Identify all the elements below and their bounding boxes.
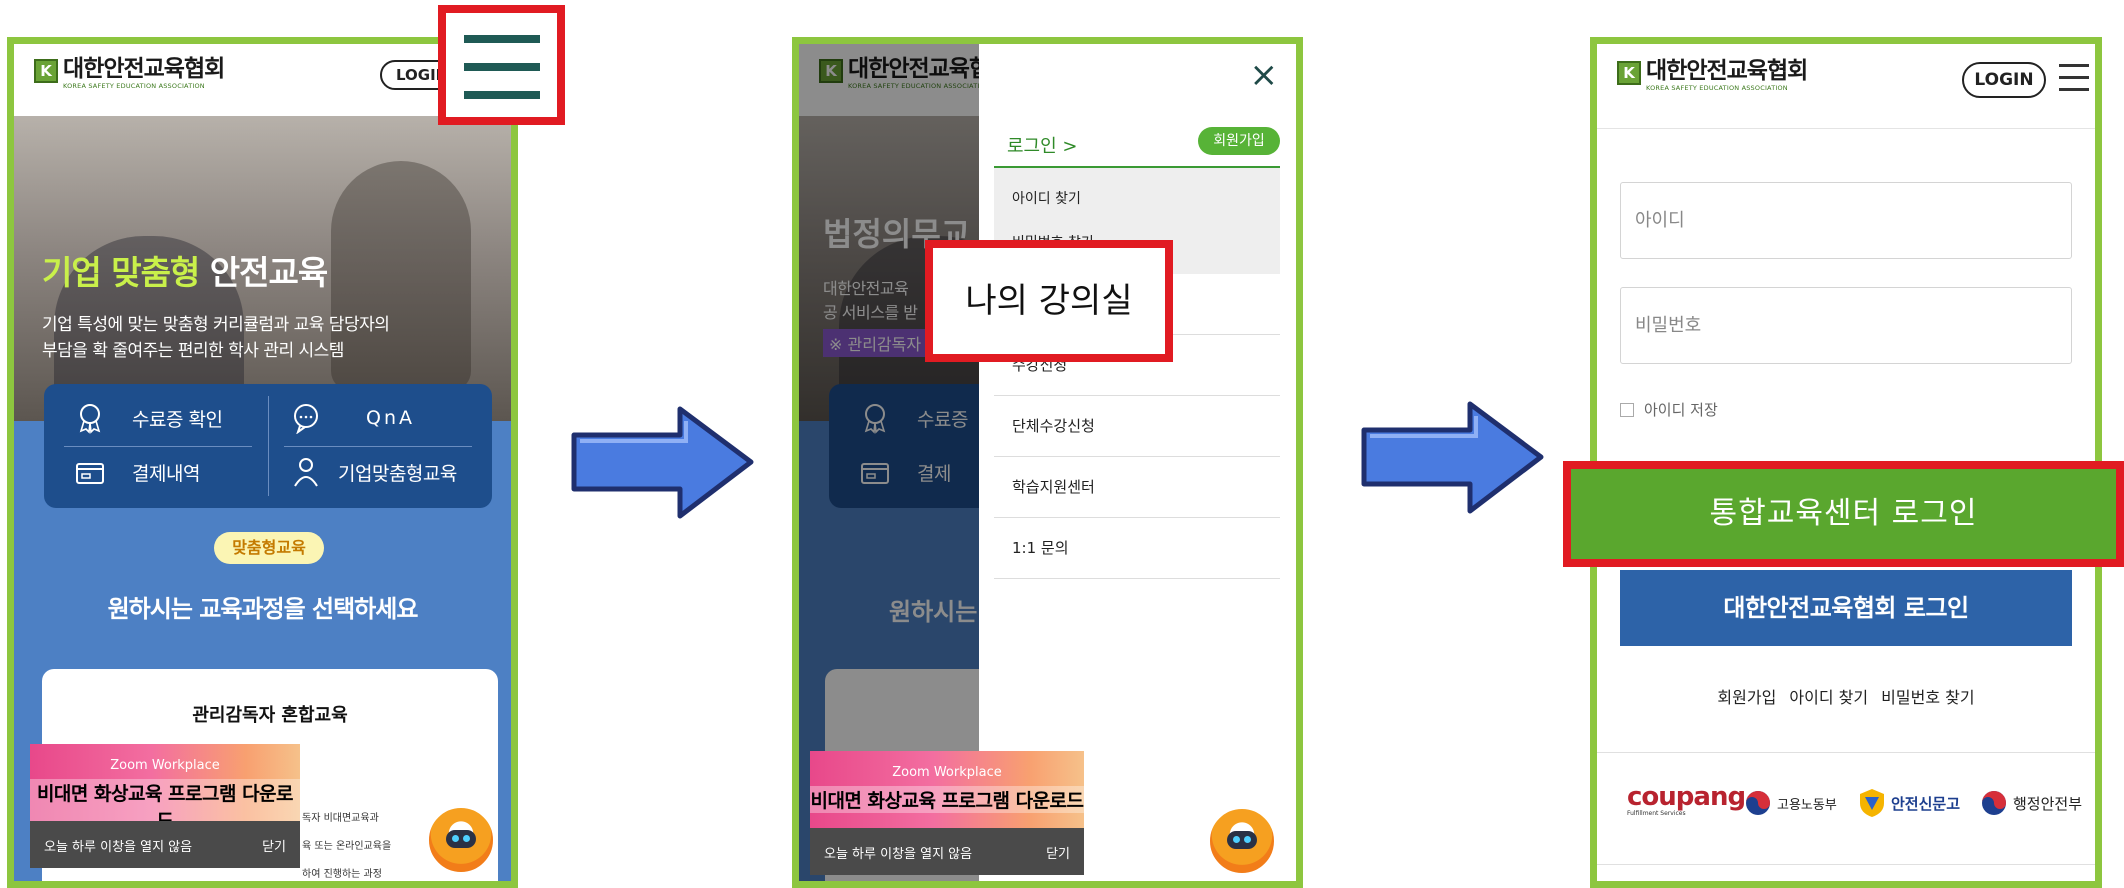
certificate-link[interactable]: 수료증 확인 [74, 402, 223, 434]
header: K 대한안전교육협회 KOREA SAFETY EDUCATION ASSOCI… [1597, 44, 2095, 129]
account-links: 회원가입 아이디 찾기 비밀번호 찾기 [1597, 684, 2095, 708]
ministry-labor-logo: 고용노동부 [1745, 790, 1837, 816]
custom-education-badge: 맞춤형교육 [214, 532, 324, 564]
logo-name: 대한안전교육협회 [63, 56, 225, 82]
chatbot-icon[interactable] [426, 805, 496, 875]
qna-link[interactable]: QnA [290, 402, 415, 434]
hero-subtitle: 기업 특성에 맞는 맞춤형 커리큘럼과 교육 담당자의 부담을 확 줄여주는 편… [42, 315, 390, 361]
login-button[interactable]: LOGIN [1962, 62, 2046, 98]
find-id-link[interactable]: 아이디 찾기 [1789, 688, 1868, 707]
section-title: 원하시는 교육과정을 선택하세요 [107, 595, 419, 623]
arrow-right-icon [1361, 401, 1544, 514]
menu-item-group-register[interactable]: 단체수강신청 [994, 396, 1280, 457]
close-icon[interactable]: × [1250, 58, 1279, 92]
zoom-download-popup[interactable]: Zoom Workplace 비대면 화상교육 프로그램 다운로드 오늘 하루 … [810, 751, 1084, 875]
logo-name: 대한안전교육협회 [1646, 58, 1808, 84]
payment-history-link[interactable]: 결제내역 [74, 456, 200, 488]
chatbot-icon[interactable] [1207, 806, 1277, 876]
logo-mark: K [34, 59, 58, 83]
save-id-checkbox[interactable]: 아이디 저장 [1620, 399, 1718, 420]
custom-education-link[interactable]: 기업맞춤형교육 [290, 456, 457, 488]
ministry-interior-logo: 행정안전부 [1981, 790, 2082, 816]
hero-banner: 기업 맞춤형 안전교육 기업 특성에 맞는 맞춤형 커리큘럼과 교육 담당자의 … [14, 116, 511, 436]
person-icon [294, 458, 318, 487]
logo[interactable]: K 대한안전교육협회 KOREA SAFETY EDUCATION ASSOCI… [34, 56, 225, 90]
menu-find-id[interactable]: 아이디 찾기 [1012, 188, 1081, 208]
arrow-right-icon [571, 406, 754, 519]
chat-icon [294, 404, 318, 434]
popup-close-link[interactable]: 닫기 [262, 836, 286, 855]
join-link[interactable]: 회원가입 [1717, 688, 1776, 707]
logo-sub: KOREA SAFETY EDUCATION ASSOCIATION [1646, 84, 1788, 92]
my-classroom-highlight[interactable]: 나의 강의실 [925, 240, 1173, 362]
coupang-logo: coupang Fulfillment Services [1627, 782, 1746, 817]
partner-logos: coupang Fulfillment Services 고용노동부 안전신문고… [1597, 784, 2095, 844]
quick-links: 수료증 확인 QnA 결제내역 기업맞춤형교육 [44, 384, 492, 508]
dont-show-today-link[interactable]: 오늘 하루 이창을 열지 않음 [824, 843, 972, 862]
menu-item-learning-support[interactable]: 학습지원센터 [994, 457, 1280, 518]
taeguk-icon [1982, 791, 2006, 815]
taeguk-icon [1746, 791, 1770, 815]
shield-icon [1860, 789, 1884, 817]
menu-item-inquiry[interactable]: 1:1 문의 [994, 518, 1280, 579]
id-input[interactable]: 아이디 [1620, 182, 2072, 259]
hero-title: 기업 맞춤형 안전교육 [42, 253, 328, 292]
popup-zoom-label: Zoom Workplace [110, 758, 220, 773]
menu-join-button[interactable]: 회원가입 [1198, 127, 1280, 155]
zoom-download-popup[interactable]: Zoom Workplace 비대면 화상교육 프로그램 다운로드 오늘 하루 … [30, 744, 300, 868]
course-card-desc: 독자 비대면교육과 [302, 813, 379, 824]
step1-screen: K 대한안전교육협회 KOREA SAFETY EDUCATION ASSOCI… [7, 37, 518, 888]
popup-title: 비대면 화상교육 프로그램 다운로드 [810, 786, 1084, 813]
popup-close-link[interactable]: 닫기 [1046, 843, 1070, 862]
logo[interactable]: K 대한안전교육협회 KOREA SAFETY EDUCATION ASSOCI… [1617, 58, 1808, 92]
wallet-icon [76, 463, 104, 484]
password-input[interactable]: 비밀번호 [1620, 287, 2072, 364]
step2-screen: K 대한안전교육협회 KOREA SAFETY EDUCATION ASSOCI… [792, 37, 1303, 888]
course-card-title: 관리감독자 혼합교육 [192, 705, 348, 726]
association-login-button[interactable]: 대한안전교육협회 로그인 [1620, 570, 2072, 646]
course-card-desc: 육 또는 온라인교육을 [302, 841, 392, 852]
hamburger-icon [464, 35, 540, 99]
popup-zoom-label: Zoom Workplace [892, 765, 1002, 780]
integrated-login-button[interactable]: 통합교육센터 로그인 [1563, 461, 2124, 567]
safety-report-logo: 안전신문고 [1859, 788, 1960, 818]
medal-icon [79, 404, 101, 434]
logo-sub: KOREA SAFETY EDUCATION ASSOCIATION [63, 82, 205, 90]
course-card-desc: 하여 진행하는 과정 [302, 869, 382, 880]
hamburger-menu-button[interactable] [438, 5, 565, 125]
find-password-link[interactable]: 비밀번호 찾기 [1881, 688, 1974, 707]
hamburger-icon[interactable] [2059, 64, 2089, 92]
logo-mark: K [1617, 61, 1641, 85]
save-id-label: 아이디 저장 [1644, 401, 1718, 419]
header: K 대한안전교육협회 KOREA SAFETY EDUCATION ASSOCI… [14, 44, 511, 116]
dont-show-today-link[interactable]: 오늘 하루 이창을 열지 않음 [44, 836, 192, 855]
menu-login-link[interactable]: 로그인 > [1007, 132, 1077, 158]
